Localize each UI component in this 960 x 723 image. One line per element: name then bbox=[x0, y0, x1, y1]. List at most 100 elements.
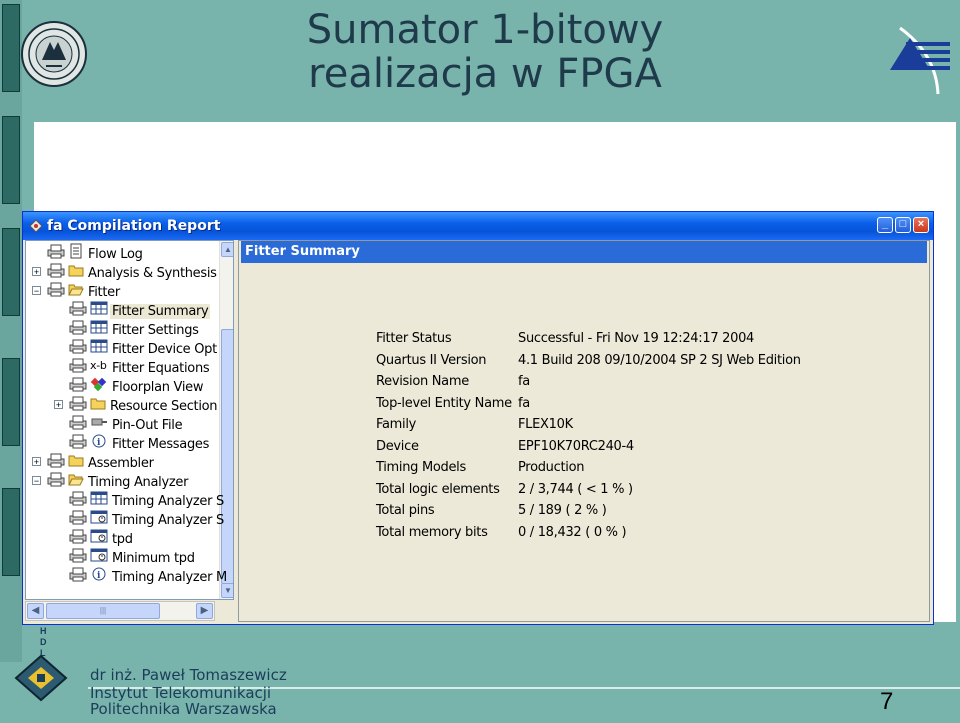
hdl-letter: H bbox=[40, 626, 47, 636]
scroll-down-arrow-icon[interactable]: ▼ bbox=[221, 583, 233, 598]
expand-icon[interactable]: + bbox=[32, 457, 41, 467]
summary-key: Revision Name bbox=[376, 374, 469, 389]
tree-item[interactable]: i Fitter Messages bbox=[68, 433, 211, 452]
summary-value: 5 / 189 ( 2 % ) bbox=[518, 503, 607, 518]
window-titlebar[interactable]: fa Compilation Report _ □ × bbox=[23, 212, 933, 240]
close-button[interactable]: × bbox=[913, 217, 929, 233]
footer-institute: Instytut Telekomunikacji bbox=[90, 684, 272, 702]
tree-item[interactable]: Fitter Settings bbox=[68, 319, 201, 338]
left-decoration-block bbox=[2, 4, 20, 92]
tree-item-label: Analysis & Synthesis bbox=[88, 265, 217, 281]
summary-key: Total pins bbox=[376, 503, 435, 518]
slide-title-line2: realizacja w FPGA bbox=[308, 51, 662, 97]
svg-text:x-b: x-b bbox=[90, 359, 107, 372]
summary-value: 2 / 3,744 ( < 1 % ) bbox=[518, 481, 633, 497]
footer-author: dr inż. Paweł Tomaszewicz bbox=[90, 666, 287, 684]
footer-university: Politechnika Warszawska bbox=[90, 700, 277, 718]
tree-item-label: Fitter Equations bbox=[112, 360, 210, 376]
tree-item-label: Fitter Device Opt bbox=[112, 341, 217, 357]
tree-item-label: Pin-Out File bbox=[112, 417, 183, 433]
slide-title: Sumator 1-bitowy realizacja w FPGA bbox=[200, 8, 770, 96]
tree-item[interactable]: Fitter Device Opt bbox=[68, 338, 219, 357]
tree-item[interactable]: i Timing Analyzer M bbox=[68, 566, 229, 585]
summary-key: Quartus II Version bbox=[376, 352, 487, 368]
minimize-button[interactable]: _ bbox=[877, 217, 893, 233]
summary-header: Fitter Summary bbox=[241, 241, 927, 263]
summary-value: Successful - Fri Nov 19 12:24:17 2004 bbox=[518, 331, 755, 346]
scroll-thumb[interactable] bbox=[221, 329, 233, 584]
scroll-up-arrow-icon[interactable]: ▲ bbox=[221, 242, 233, 257]
university-crest-logo bbox=[21, 21, 87, 87]
printer-icon bbox=[68, 566, 88, 588]
left-decoration-block bbox=[2, 358, 20, 446]
hdl-letter: D bbox=[40, 637, 47, 647]
summary-key: Total logic elements bbox=[376, 481, 500, 497]
tree-vertical-scrollbar[interactable]: ▲ ▼ bbox=[219, 241, 233, 599]
scroll-thumb[interactable]: ||| bbox=[46, 603, 160, 619]
report-tree: ▲ ▼ Flow Log + Analysis & Synthesis − Fitter… bbox=[25, 240, 234, 600]
tree-item-label: Floorplan View bbox=[112, 379, 204, 395]
tree-item-label: Fitter bbox=[88, 284, 120, 300]
tree-item[interactable]: Assembler bbox=[46, 452, 156, 471]
tree-item[interactable]: Flow Log bbox=[46, 243, 145, 262]
summary-key: Device bbox=[376, 438, 419, 454]
slide-title-line1: Sumator 1-bitowy bbox=[306, 7, 664, 53]
tree-item[interactable]: Analysis & Synthesis bbox=[46, 262, 219, 281]
summary-key: Fitter Status bbox=[376, 331, 452, 346]
left-decoration-block bbox=[2, 488, 20, 576]
collapse-icon[interactable]: − bbox=[32, 286, 41, 296]
report-icon bbox=[29, 219, 43, 233]
window-title: fa Compilation Report bbox=[47, 218, 221, 234]
tree-item-label: Timing Analyzer bbox=[88, 474, 189, 490]
summary-value: Production bbox=[518, 460, 585, 475]
tree-item-label: Timing Analyzer S bbox=[112, 493, 224, 509]
tree-item[interactable]: Timing Analyzer S bbox=[68, 490, 226, 509]
expand-icon[interactable]: + bbox=[32, 267, 41, 277]
left-decoration-block bbox=[2, 116, 20, 204]
scroll-left-arrow-icon[interactable]: ◀ bbox=[27, 603, 44, 619]
summary-key: Total memory bits bbox=[376, 524, 488, 540]
tree-item-label: Resource Section bbox=[110, 398, 218, 414]
page-number: 7 bbox=[880, 688, 894, 715]
compilation-report-window: fa Compilation Report _ □ × ▲ ▼ Flow Log… bbox=[22, 211, 934, 625]
tree-item-label: tpd bbox=[112, 531, 133, 547]
tree-item[interactable]: Timing Analyzer S bbox=[68, 509, 226, 528]
summary-key: Top-level Entity Name bbox=[376, 395, 512, 411]
summary-value: FLEX10K bbox=[518, 417, 573, 432]
tree-item-label: Timing Analyzer M bbox=[112, 569, 227, 585]
summary-value: fa bbox=[518, 374, 530, 389]
tree-item-label: Fitter Messages bbox=[112, 436, 210, 452]
tree-item[interactable]: Pin-Out File bbox=[68, 414, 184, 433]
tree-item-label: Fitter Settings bbox=[112, 322, 199, 338]
printer-icon bbox=[46, 471, 66, 493]
tree-item-label: Flow Log bbox=[88, 246, 143, 262]
left-decoration-block bbox=[2, 228, 20, 316]
tree-item[interactable]: Fitter bbox=[46, 281, 122, 300]
summary-key: Family bbox=[376, 417, 417, 432]
summary-value: EPF10K70RC240-4 bbox=[518, 438, 634, 454]
tree-item[interactable]: Minimum tpd bbox=[68, 547, 197, 566]
summary-key: Timing Models bbox=[376, 460, 466, 475]
summary-value: fa bbox=[518, 395, 530, 411]
tree-item-label: Timing Analyzer S bbox=[112, 512, 224, 528]
info-icon: i bbox=[90, 566, 108, 588]
collapse-icon[interactable]: − bbox=[32, 476, 41, 486]
summary-value: 0 / 18,432 ( 0 % ) bbox=[518, 524, 627, 540]
expand-icon[interactable]: + bbox=[54, 400, 63, 410]
summary-value: 4.1 Build 208 09/10/2004 SP 2 SJ Web Edi… bbox=[518, 352, 801, 368]
maximize-button[interactable]: □ bbox=[895, 217, 911, 233]
fitter-summary-pane: Fitter Summary Fitter Status Successful -… bbox=[238, 240, 930, 622]
tree-item-label: Assembler bbox=[88, 455, 154, 471]
tree-item-label: Minimum tpd bbox=[112, 550, 195, 566]
tree-item[interactable]: Resource Section bbox=[68, 395, 219, 414]
printer-icon bbox=[46, 281, 66, 303]
tree-horizontal-scrollbar[interactable]: ◀ ||| ▶ bbox=[25, 601, 215, 621]
chip-logo-icon bbox=[14, 654, 68, 702]
scroll-right-arrow-icon[interactable]: ▶ bbox=[196, 603, 213, 619]
tree-item[interactable]: Floorplan View bbox=[68, 376, 205, 395]
tree-item[interactable]: tpd bbox=[68, 528, 135, 547]
tree-item[interactable]: Fitter Summary bbox=[68, 300, 211, 319]
tree-item[interactable]: x-b Fitter Equations bbox=[68, 357, 211, 376]
tree-item[interactable]: Timing Analyzer bbox=[46, 471, 190, 490]
institute-logo bbox=[890, 26, 950, 95]
